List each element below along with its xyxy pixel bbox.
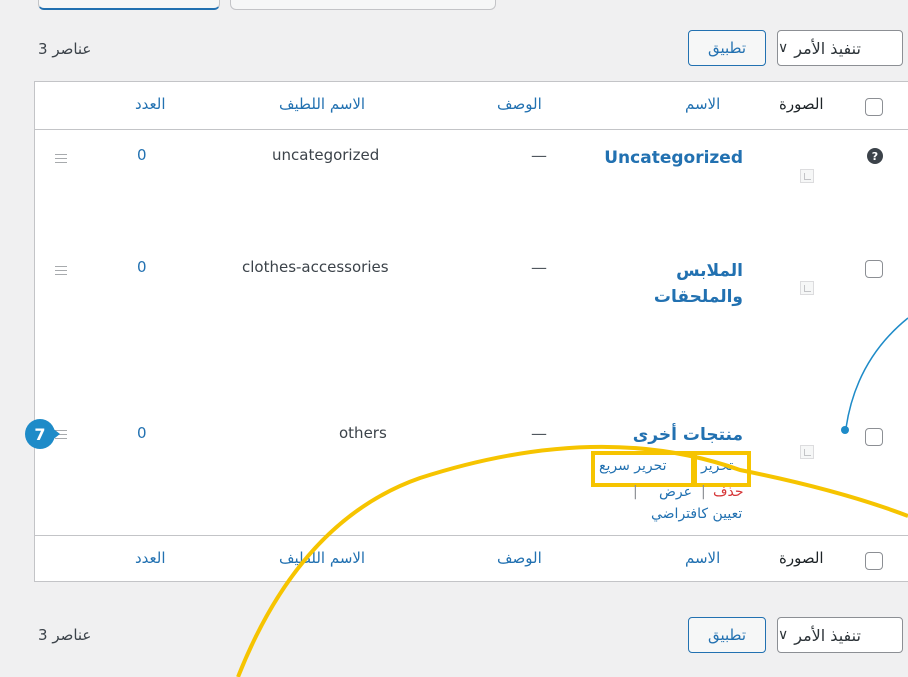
category-count[interactable]: 0 [137,424,147,442]
column-description-sort[interactable]: الوصف [497,549,542,567]
category-description: — [531,424,547,443]
edit-link[interactable]: تحرير [701,458,733,474]
categories-table: الصورة الاسم الوصف الاسم اللطيف العدد ? … [34,81,908,582]
filter-tab-right[interactable] [230,0,496,10]
action-separator: | [701,484,706,500]
view-link[interactable]: عرض [659,484,692,500]
apply-button-top[interactable]: تطبيق [688,30,766,66]
items-count-bottom: 3 عناصر [38,626,92,644]
image-placeholder-icon [800,445,814,459]
category-name-link[interactable]: منتجات أخرى [583,422,743,448]
column-image: الصورة [779,95,824,113]
bulk-action-select-bottom[interactable]: تنفيذ الأمر ∨ [777,617,903,653]
items-count-top: 3 عناصر [38,40,92,58]
category-name-link[interactable]: Uncategorized [583,145,743,171]
bulk-action-label: تنفيذ الأمر [794,625,861,645]
make-default-link[interactable]: تعيين كافتراضي [651,506,742,522]
action-separator: | [633,484,638,500]
select-all-checkbox[interactable] [865,98,883,116]
column-name-sort[interactable]: الاسم [685,549,720,567]
top-filter-area [38,0,498,10]
filter-tab-left[interactable] [38,0,220,10]
callout-pointer [51,427,60,441]
bulk-action-select-top[interactable]: تنفيذ الأمر ∨ [777,30,903,66]
category-slug: others [339,424,387,442]
quick-edit-link[interactable]: تحرير سريع [599,458,667,474]
image-placeholder-icon [800,169,814,183]
column-name-sort[interactable]: الاسم [685,95,720,113]
category-slug: clothes-accessories [242,258,389,276]
drag-handle-icon[interactable] [55,154,67,163]
chevron-down-icon: ∨ [778,627,789,643]
category-slug: uncategorized [272,146,380,164]
row-checkbox[interactable] [865,428,883,446]
category-name-line1: الملابس [676,261,743,281]
category-count[interactable]: 0 [137,146,147,164]
table-header: الصورة الاسم الوصف الاسم اللطيف العدد [35,82,908,130]
category-name-link[interactable]: الملابس والملحقات [583,258,743,310]
category-description: — [531,146,547,165]
category-count[interactable]: 0 [137,258,147,276]
delete-link[interactable]: حذف [713,484,744,500]
table-footer: الصورة الاسم الوصف الاسم اللطيف العدد [35,535,908,583]
chevron-down-icon: ∨ [778,40,789,56]
column-slug-sort[interactable]: الاسم اللطيف [279,549,365,567]
apply-button-bottom[interactable]: تطبيق [688,617,766,653]
drag-handle-icon[interactable] [55,266,67,275]
column-description-sort[interactable]: الوصف [497,95,542,113]
row-checkbox[interactable] [865,260,883,278]
column-count-sort[interactable]: العدد [135,95,166,113]
help-icon: ? [867,148,883,164]
category-description: — [531,258,547,277]
select-all-checkbox-bottom[interactable] [865,552,883,570]
bulk-action-label: تنفيذ الأمر [794,38,861,58]
column-slug-sort[interactable]: الاسم اللطيف [279,95,365,113]
image-placeholder-icon [800,281,814,295]
column-image: الصورة [779,549,824,567]
column-count-sort[interactable]: العدد [135,549,166,567]
category-name-line2: والملحقات [653,287,743,307]
